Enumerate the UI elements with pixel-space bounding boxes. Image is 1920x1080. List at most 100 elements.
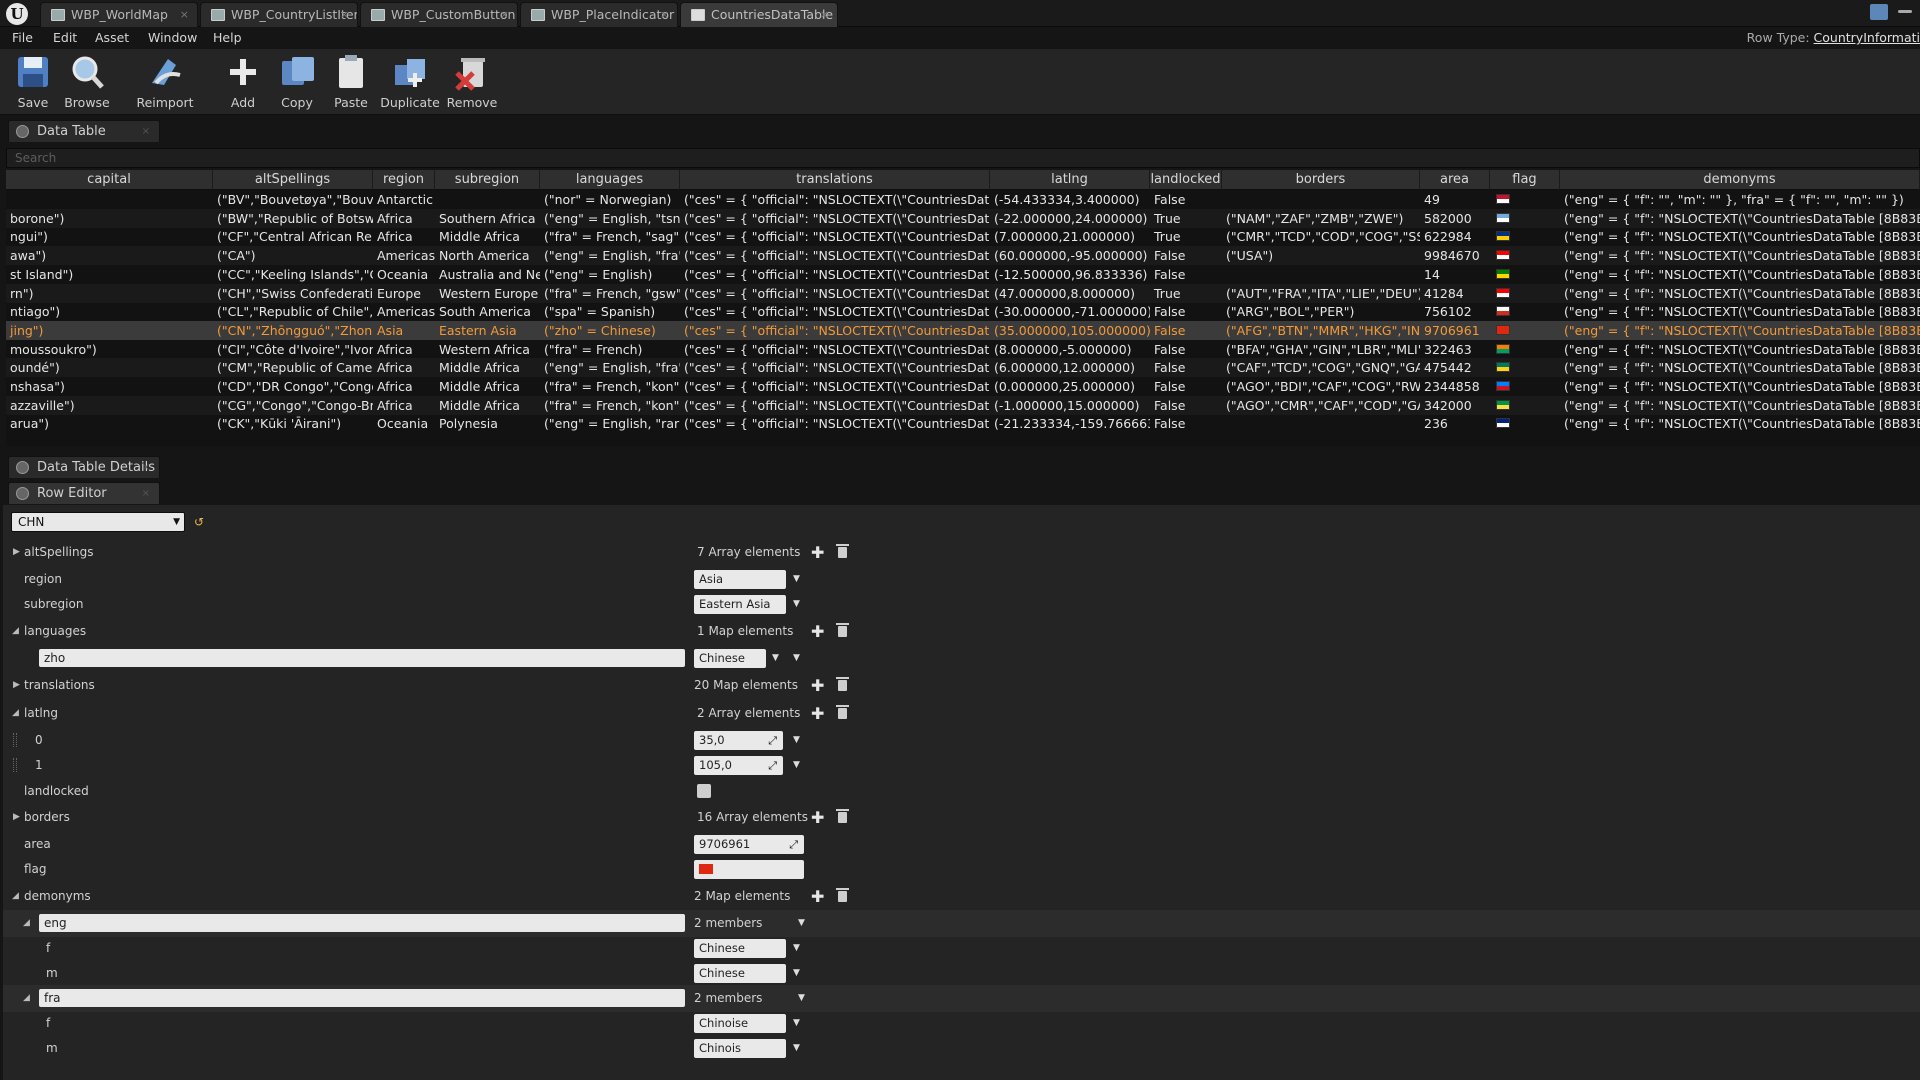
tab-wbp-countrylistitem[interactable]: WBP_CountryListItem × xyxy=(200,2,358,27)
table-row[interactable]: ngui") ("CF","Central African Repu Africa M… xyxy=(6,227,1920,246)
minimize-icon[interactable] xyxy=(1898,10,1912,13)
drag-handle-icon[interactable] xyxy=(13,758,17,772)
add-element-icon[interactable]: ✚ xyxy=(811,883,824,910)
trash-icon[interactable] xyxy=(836,623,849,637)
chevron-down-icon[interactable]: ▼ xyxy=(798,910,805,937)
expand-arrow-icon[interactable]: ▶ xyxy=(13,539,20,566)
map-key-input[interactable]: fra xyxy=(39,989,685,1007)
copy-button[interactable]: Copy xyxy=(266,53,328,110)
map-key-input[interactable]: eng xyxy=(39,914,685,932)
menu-asset[interactable]: Asset xyxy=(95,30,129,45)
latlng-value-field[interactable]: 105,0 ⤢ xyxy=(694,756,783,775)
collapse-arrow-icon[interactable]: ◢ xyxy=(23,985,30,1012)
trash-icon[interactable] xyxy=(836,677,849,691)
spin-arrows-icon[interactable]: ⤢ xyxy=(768,756,777,775)
add-element-icon[interactable]: ✚ xyxy=(811,672,824,699)
chevron-down-icon[interactable]: ▼ xyxy=(772,645,779,672)
reset-icon[interactable]: ↺ xyxy=(194,515,204,529)
tab-row-editor[interactable]: Row Editor × xyxy=(8,482,160,504)
tab-data-table-details[interactable]: Data Table Details × xyxy=(8,456,160,478)
add-element-icon[interactable]: ✚ xyxy=(811,804,824,831)
expand-arrow-icon[interactable]: ▶ xyxy=(13,804,20,831)
collapse-arrow-icon[interactable]: ◢ xyxy=(12,618,19,645)
collapse-arrow-icon[interactable]: ◢ xyxy=(12,883,19,910)
close-icon[interactable]: × xyxy=(142,121,150,142)
chevron-down-icon[interactable]: ▼ xyxy=(793,645,800,672)
map-key-input[interactable]: zho xyxy=(39,649,685,667)
menu-window[interactable]: Window xyxy=(148,30,197,45)
column-header[interactable]: landlocked xyxy=(1150,170,1222,190)
close-icon[interactable]: × xyxy=(180,3,189,27)
close-icon[interactable]: × xyxy=(142,457,150,478)
paste-button[interactable]: Paste xyxy=(320,53,382,110)
subregion-field[interactable]: Eastern Asia xyxy=(694,595,786,614)
text-field[interactable]: Chinese xyxy=(694,964,786,983)
column-header[interactable]: demonyms xyxy=(1560,170,1920,190)
trash-icon[interactable] xyxy=(836,809,849,823)
column-header[interactable]: region xyxy=(373,170,435,190)
close-icon[interactable]: × xyxy=(500,3,509,27)
spin-arrows-icon[interactable]: ⤢ xyxy=(789,835,798,854)
browse-button[interactable]: Browse xyxy=(56,53,118,110)
area-field[interactable]: 9706961 ⤢ xyxy=(694,835,804,854)
chevron-down-icon[interactable]: ▼ xyxy=(793,935,800,962)
chevron-down-icon[interactable]: ▼ xyxy=(798,985,805,1012)
tab-wbp-worldmap[interactable]: WBP_WorldMap × xyxy=(40,2,198,27)
table-row[interactable]: moussoukro") ("CI","Côte d'Ivoire","Ivory… xyxy=(6,340,1920,359)
chevron-down-icon[interactable]: ▼ xyxy=(793,566,800,593)
column-header[interactable]: translations xyxy=(680,170,990,190)
tab-wbp-custombutton[interactable]: WBP_CustomButton × xyxy=(360,2,518,27)
chevron-down-icon[interactable]: ▼ xyxy=(793,1035,800,1062)
tab-countriesdatatable[interactable]: CountriesDataTable × xyxy=(680,2,838,27)
text-field[interactable]: Chinese xyxy=(694,939,786,958)
column-header[interactable]: area xyxy=(1420,170,1490,190)
close-icon[interactable]: × xyxy=(142,483,150,504)
column-header[interactable]: latlng xyxy=(990,170,1150,190)
collapse-arrow-icon[interactable]: ◢ xyxy=(23,910,30,937)
landlocked-checkbox[interactable] xyxy=(697,784,711,798)
table-row[interactable]: ntiago") ("CL","Republic of Chile","R Amer… xyxy=(6,302,1920,321)
spin-arrows-icon[interactable]: ⤢ xyxy=(768,731,777,750)
table-row[interactable]: rn") ("CH","Swiss Confederatior Europe West… xyxy=(6,283,1920,303)
tab-wbp-placeindicator[interactable]: WBP_PlaceIndicator × xyxy=(520,2,678,27)
text-field[interactable]: Chinoise xyxy=(694,1014,786,1033)
save-button[interactable]: Save xyxy=(2,53,64,110)
table-row[interactable]: borone") ("BW","Republic of Botswa Africa S… xyxy=(6,208,1920,228)
column-header[interactable]: borders xyxy=(1222,170,1420,190)
search-input[interactable]: Search xyxy=(6,148,1920,168)
remove-button[interactable]: Remove xyxy=(441,53,503,110)
text-field[interactable]: Chinois xyxy=(694,1039,786,1058)
column-header[interactable]: subregion xyxy=(435,170,540,190)
trash-icon[interactable] xyxy=(836,705,849,719)
chevron-down-icon[interactable]: ▼ xyxy=(793,960,800,987)
table-row[interactable]: ("BV","Bouvetøya","Bouvet- Antarctic ("nor… xyxy=(6,190,1920,209)
column-header[interactable]: languages xyxy=(540,170,680,190)
chevron-down-icon[interactable]: ▼ xyxy=(793,591,800,618)
table-row[interactable]: arua") ("CK","Kūki 'Āirani") Oceania Polyne… xyxy=(6,414,1920,433)
table-row[interactable]: nshasa") ("CD","DR Congo","Congo-I Africa M… xyxy=(6,377,1920,396)
add-element-icon[interactable]: ✚ xyxy=(811,700,824,727)
tab-data-table[interactable]: Data Table × xyxy=(8,120,160,142)
collapse-arrow-icon[interactable]: ◢ xyxy=(12,700,19,727)
row-selector-dropdown[interactable]: CHN ▼ xyxy=(11,512,185,532)
close-icon[interactable]: × xyxy=(340,3,349,27)
table-row[interactable]: oundé") ("CM","Republic of Camero Africa Mi… xyxy=(6,358,1920,378)
column-header[interactable]: flag xyxy=(1490,170,1560,190)
menu-help[interactable]: Help xyxy=(213,30,242,45)
menu-file[interactable]: File xyxy=(12,30,33,45)
map-value-field[interactable]: Chinese xyxy=(694,649,766,668)
column-header[interactable]: altSpellings xyxy=(213,170,373,190)
add-element-icon[interactable]: ✚ xyxy=(811,618,824,645)
close-icon[interactable]: × xyxy=(820,3,829,27)
chevron-down-icon[interactable]: ▼ xyxy=(793,752,800,779)
column-header[interactable]: capital xyxy=(6,170,213,190)
table-row[interactable]: awa") ("CA") Americas North America ("eng" =… xyxy=(6,246,1920,266)
close-icon[interactable]: × xyxy=(660,3,669,27)
table-row-selected[interactable]: jing") ("CN","Zhōngguó","Zhongg Asia Easter… xyxy=(6,320,1920,340)
add-element-icon[interactable]: ✚ xyxy=(811,539,824,566)
reimport-button[interactable]: Reimport xyxy=(134,53,196,110)
chevron-down-icon[interactable]: ▼ xyxy=(793,1010,800,1037)
table-row[interactable]: st Island") ("CC","Keeling Islands","Co Oc… xyxy=(6,265,1920,284)
region-field[interactable]: Asia xyxy=(694,570,786,589)
row-type-link[interactable]: CountryInformati xyxy=(1814,30,1920,45)
